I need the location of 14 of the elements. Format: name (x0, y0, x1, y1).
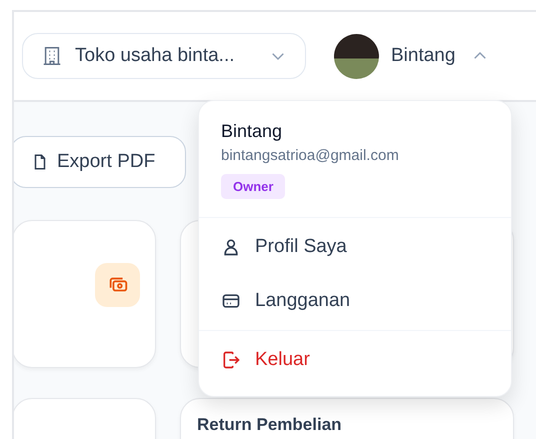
money-icon (95, 263, 140, 307)
user-email: bintangsatrioa@gmail.com (221, 147, 399, 164)
user-name: Bintang (221, 121, 282, 142)
menu-item[interactable]: Profil Saya (199, 222, 511, 272)
logout-menu-item[interactable]: Keluar (199, 331, 511, 389)
building-icon (41, 45, 63, 67)
card-title: Return Pembelian (197, 415, 342, 434)
logout-icon (221, 350, 241, 370)
store-selector[interactable]: Toko usaha binta... (22, 33, 306, 79)
menu-item[interactable]: Langganan (199, 276, 511, 326)
avatar-photo-placeholder (334, 34, 379, 78)
role-badge: Owner (221, 174, 286, 199)
export-pdf-button[interactable]: Export PDF (14, 136, 186, 188)
user-menu-button[interactable]: Bintang (334, 34, 490, 78)
